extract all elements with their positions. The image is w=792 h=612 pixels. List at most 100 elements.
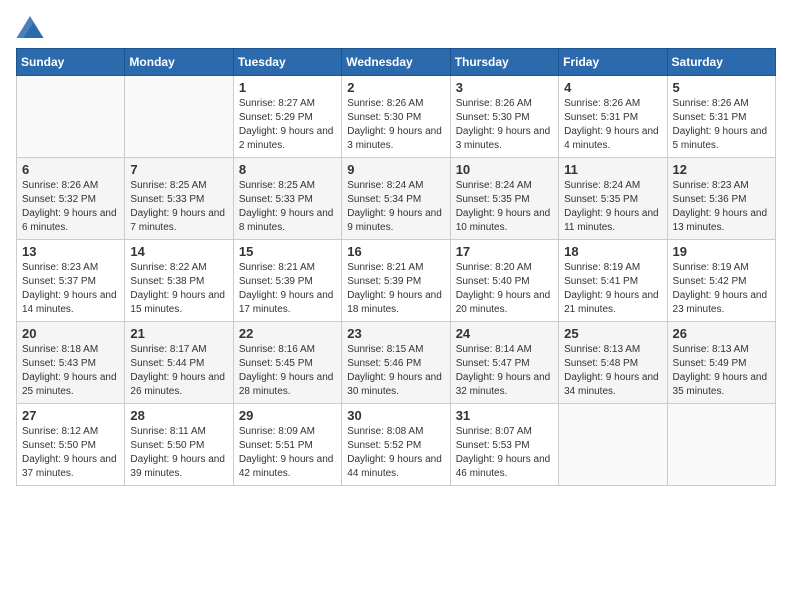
day-info: Sunrise: 8:26 AM Sunset: 5:31 PM Dayligh… — [564, 97, 661, 153]
day-number: 27 — [22, 408, 119, 423]
day-number: 6 — [22, 162, 119, 177]
day-info: Sunrise: 8:26 AM Sunset: 5:30 PM Dayligh… — [347, 97, 444, 153]
day-number: 3 — [456, 80, 553, 95]
calendar-header-row: SundayMondayTuesdayWednesdayThursdayFrid… — [17, 49, 776, 76]
day-info: Sunrise: 8:19 AM Sunset: 5:42 PM Dayligh… — [673, 261, 770, 317]
calendar-cell: 6 Sunrise: 8:26 AM Sunset: 5:32 PM Daylig… — [17, 158, 125, 240]
day-number: 20 — [22, 326, 119, 341]
day-number: 26 — [673, 326, 770, 341]
calendar-table: SundayMondayTuesdayWednesdayThursdayFrid… — [16, 48, 776, 486]
calendar-cell: 12 Sunrise: 8:23 AM Sunset: 5:36 PM Dayli… — [667, 158, 775, 240]
day-info: Sunrise: 8:23 AM Sunset: 5:37 PM Dayligh… — [22, 261, 119, 317]
day-info: Sunrise: 8:18 AM Sunset: 5:43 PM Dayligh… — [22, 343, 119, 399]
day-number: 13 — [22, 244, 119, 259]
day-number: 30 — [347, 408, 444, 423]
day-number: 11 — [564, 162, 661, 177]
calendar-weekday-saturday: Saturday — [667, 49, 775, 76]
calendar-cell: 29Sunrise: 8:09 AM Sunset: 5:51 PM Dayli… — [233, 404, 341, 486]
day-number: 14 — [130, 244, 227, 259]
calendar-cell: 23Sunrise: 8:15 AM Sunset: 5:46 PM Dayli… — [342, 322, 450, 404]
day-number: 12 — [673, 162, 770, 177]
day-number: 5 — [673, 80, 770, 95]
calendar-cell: 22 Sunrise: 8:16 AM Sunset: 5:45 PM Dayli… — [233, 322, 341, 404]
calendar-week-row: 13 Sunrise: 8:23 AM Sunset: 5:37 PM Dayli… — [17, 240, 776, 322]
calendar-cell: 4Sunrise: 8:26 AM Sunset: 5:31 PM Daylig… — [559, 76, 667, 158]
calendar-cell: 30 Sunrise: 8:08 AM Sunset: 5:52 PM Dayli… — [342, 404, 450, 486]
calendar-weekday-monday: Monday — [125, 49, 233, 76]
day-info: Sunrise: 8:07 AM Sunset: 5:53 PM Dayligh… — [456, 425, 553, 481]
calendar-cell — [559, 404, 667, 486]
day-info: Sunrise: 8:22 AM Sunset: 5:38 PM Dayligh… — [130, 261, 227, 317]
day-info: Sunrise: 8:13 AM Sunset: 5:48 PM Dayligh… — [564, 343, 661, 399]
calendar-cell: 15Sunrise: 8:21 AM Sunset: 5:39 PM Dayli… — [233, 240, 341, 322]
page-header — [16, 16, 776, 38]
calendar-cell: 28 Sunrise: 8:11 AM Sunset: 5:50 PM Dayli… — [125, 404, 233, 486]
day-info: Sunrise: 8:09 AM Sunset: 5:51 PM Dayligh… — [239, 425, 336, 481]
calendar-week-row: 27 Sunrise: 8:12 AM Sunset: 5:50 PM Dayli… — [17, 404, 776, 486]
day-number: 23 — [347, 326, 444, 341]
logo — [16, 16, 48, 38]
day-number: 8 — [239, 162, 336, 177]
day-number: 31 — [456, 408, 553, 423]
day-number: 10 — [456, 162, 553, 177]
day-number: 28 — [130, 408, 227, 423]
day-info: Sunrise: 8:26 AM Sunset: 5:32 PM Dayligh… — [22, 179, 119, 235]
day-number: 7 — [130, 162, 227, 177]
calendar-cell: 3 Sunrise: 8:26 AM Sunset: 5:30 PM Daylig… — [450, 76, 558, 158]
calendar-cell: 14 Sunrise: 8:22 AM Sunset: 5:38 PM Dayli… — [125, 240, 233, 322]
day-info: Sunrise: 8:23 AM Sunset: 5:36 PM Dayligh… — [673, 179, 770, 235]
day-info: Sunrise: 8:11 AM Sunset: 5:50 PM Dayligh… — [130, 425, 227, 481]
day-number: 18 — [564, 244, 661, 259]
day-info: Sunrise: 8:17 AM Sunset: 5:44 PM Dayligh… — [130, 343, 227, 399]
day-number: 19 — [673, 244, 770, 259]
day-number: 1 — [239, 80, 336, 95]
calendar-week-row: 6 Sunrise: 8:26 AM Sunset: 5:32 PM Daylig… — [17, 158, 776, 240]
day-info: Sunrise: 8:26 AM Sunset: 5:30 PM Dayligh… — [456, 97, 553, 153]
day-info: Sunrise: 8:20 AM Sunset: 5:40 PM Dayligh… — [456, 261, 553, 317]
day-info: Sunrise: 8:14 AM Sunset: 5:47 PM Dayligh… — [456, 343, 553, 399]
day-info: Sunrise: 8:13 AM Sunset: 5:49 PM Dayligh… — [673, 343, 770, 399]
day-info: Sunrise: 8:21 AM Sunset: 5:39 PM Dayligh… — [239, 261, 336, 317]
day-number: 21 — [130, 326, 227, 341]
day-info: Sunrise: 8:24 AM Sunset: 5:35 PM Dayligh… — [564, 179, 661, 235]
logo-icon — [16, 16, 44, 38]
calendar-cell: 1 Sunrise: 8:27 AM Sunset: 5:29 PM Daylig… — [233, 76, 341, 158]
calendar-cell — [667, 404, 775, 486]
calendar-cell: 13 Sunrise: 8:23 AM Sunset: 5:37 PM Dayli… — [17, 240, 125, 322]
calendar-week-row: 20 Sunrise: 8:18 AM Sunset: 5:43 PM Dayli… — [17, 322, 776, 404]
calendar-cell — [17, 76, 125, 158]
calendar-cell: 17 Sunrise: 8:20 AM Sunset: 5:40 PM Dayli… — [450, 240, 558, 322]
day-info: Sunrise: 8:24 AM Sunset: 5:35 PM Dayligh… — [456, 179, 553, 235]
calendar-cell: 11 Sunrise: 8:24 AM Sunset: 5:35 PM Dayli… — [559, 158, 667, 240]
calendar-cell: 31 Sunrise: 8:07 AM Sunset: 5:53 PM Dayli… — [450, 404, 558, 486]
day-info: Sunrise: 8:27 AM Sunset: 5:29 PM Dayligh… — [239, 97, 336, 153]
calendar-cell: 27 Sunrise: 8:12 AM Sunset: 5:50 PM Dayli… — [17, 404, 125, 486]
calendar-weekday-friday: Friday — [559, 49, 667, 76]
day-number: 22 — [239, 326, 336, 341]
calendar-weekday-thursday: Thursday — [450, 49, 558, 76]
calendar-cell — [125, 76, 233, 158]
calendar-cell: 19 Sunrise: 8:19 AM Sunset: 5:42 PM Dayli… — [667, 240, 775, 322]
day-number: 16 — [347, 244, 444, 259]
calendar-week-row: 1 Sunrise: 8:27 AM Sunset: 5:29 PM Daylig… — [17, 76, 776, 158]
calendar-cell: 5Sunrise: 8:26 AM Sunset: 5:31 PM Daylig… — [667, 76, 775, 158]
day-info: Sunrise: 8:08 AM Sunset: 5:52 PM Dayligh… — [347, 425, 444, 481]
calendar-cell: 10 Sunrise: 8:24 AM Sunset: 5:35 PM Dayli… — [450, 158, 558, 240]
day-info: Sunrise: 8:25 AM Sunset: 5:33 PM Dayligh… — [239, 179, 336, 235]
calendar-cell: 7 Sunrise: 8:25 AM Sunset: 5:33 PM Daylig… — [125, 158, 233, 240]
calendar-weekday-wednesday: Wednesday — [342, 49, 450, 76]
calendar-cell: 21 Sunrise: 8:17 AM Sunset: 5:44 PM Dayli… — [125, 322, 233, 404]
calendar-cell: 25Sunrise: 8:13 AM Sunset: 5:48 PM Dayli… — [559, 322, 667, 404]
calendar-cell: 2Sunrise: 8:26 AM Sunset: 5:30 PM Daylig… — [342, 76, 450, 158]
calendar-cell: 20 Sunrise: 8:18 AM Sunset: 5:43 PM Dayli… — [17, 322, 125, 404]
calendar-cell: 18Sunrise: 8:19 AM Sunset: 5:41 PM Dayli… — [559, 240, 667, 322]
day-number: 17 — [456, 244, 553, 259]
day-info: Sunrise: 8:12 AM Sunset: 5:50 PM Dayligh… — [22, 425, 119, 481]
calendar-cell: 24Sunrise: 8:14 AM Sunset: 5:47 PM Dayli… — [450, 322, 558, 404]
calendar-cell: 8 Sunrise: 8:25 AM Sunset: 5:33 PM Daylig… — [233, 158, 341, 240]
day-info: Sunrise: 8:21 AM Sunset: 5:39 PM Dayligh… — [347, 261, 444, 317]
day-info: Sunrise: 8:25 AM Sunset: 5:33 PM Dayligh… — [130, 179, 227, 235]
day-number: 9 — [347, 162, 444, 177]
calendar-cell: 26 Sunrise: 8:13 AM Sunset: 5:49 PM Dayli… — [667, 322, 775, 404]
day-info: Sunrise: 8:16 AM Sunset: 5:45 PM Dayligh… — [239, 343, 336, 399]
